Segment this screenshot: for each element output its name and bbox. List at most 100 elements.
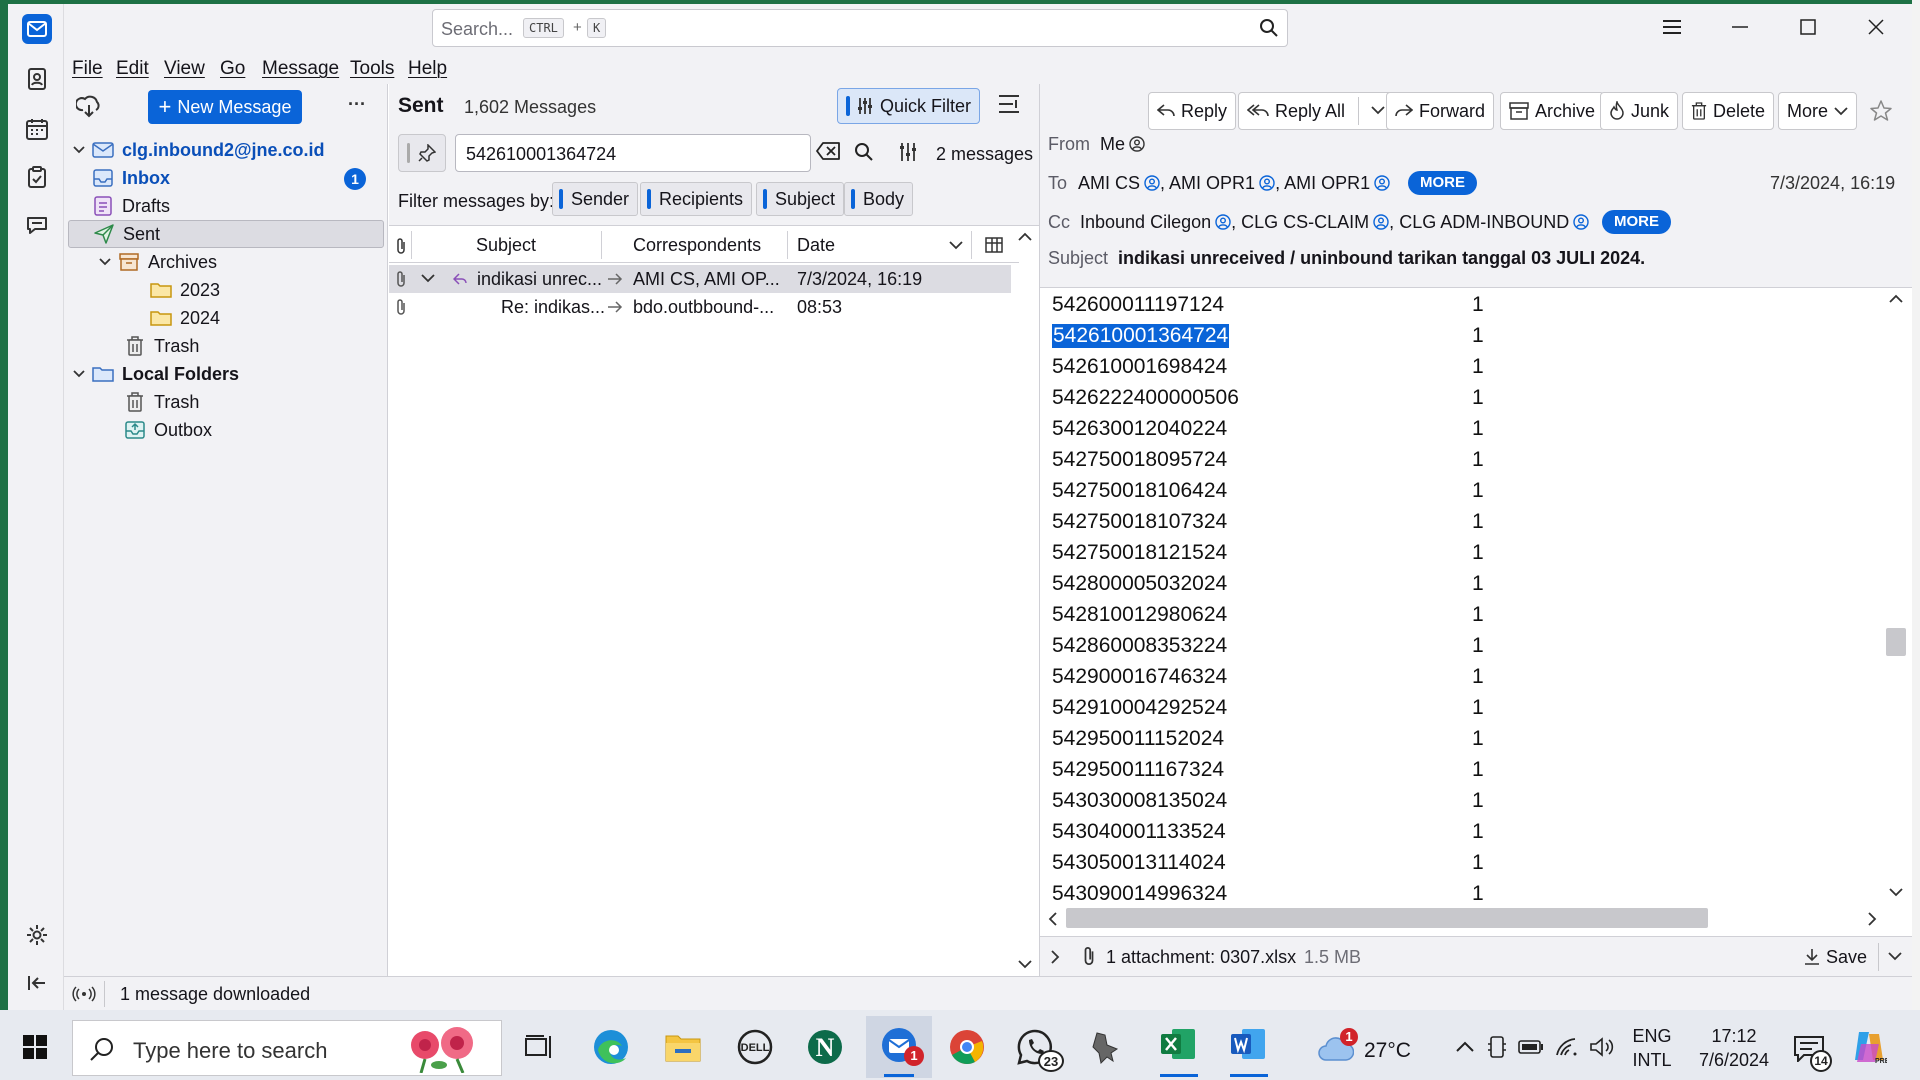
minimize-icon[interactable] bbox=[1720, 10, 1760, 44]
save-attachment-button[interactable]: Save bbox=[1804, 941, 1867, 973]
task-view-icon[interactable] bbox=[520, 1028, 558, 1066]
sheet-cell-count[interactable]: 1 bbox=[1472, 417, 1484, 441]
recipient[interactable]: Inbound Cilegon, bbox=[1080, 212, 1236, 232]
taskbar-search-box[interactable]: Type here to search bbox=[72, 1020, 502, 1076]
sheet-cell-count[interactable]: 1 bbox=[1472, 758, 1484, 782]
menu-edit[interactable]: Edit bbox=[116, 58, 149, 80]
folder-sent[interactable]: Sent bbox=[68, 220, 384, 248]
sheet-cell-number[interactable]: 542750018106424 bbox=[1052, 479, 1227, 503]
sheet-cell-number[interactable]: 542860008353224 bbox=[1052, 634, 1227, 658]
chat-icon[interactable] bbox=[22, 210, 52, 240]
body-vertical-scrollbar[interactable] bbox=[1884, 290, 1908, 904]
filter-search-icon[interactable] bbox=[854, 142, 874, 162]
sheet-cell-count[interactable]: 1 bbox=[1472, 727, 1484, 751]
sheet-cell-count[interactable]: 1 bbox=[1472, 851, 1484, 875]
sheet-cell-number[interactable]: 542610001364724 bbox=[1052, 324, 1230, 348]
global-search-input[interactable]: Search... CTRL + K bbox=[432, 9, 1288, 47]
address-book-icon[interactable] bbox=[22, 64, 52, 94]
sheet-cell-count[interactable]: 1 bbox=[1472, 293, 1484, 317]
maximize-icon[interactable] bbox=[1788, 10, 1828, 44]
folder-drafts[interactable]: Drafts bbox=[68, 192, 384, 220]
sheet-row[interactable]: 542610001698424 1 bbox=[1052, 352, 1484, 383]
attachment-column-icon[interactable] bbox=[395, 237, 407, 255]
sheet-cell-count[interactable]: 1 bbox=[1472, 789, 1484, 813]
chrome-icon[interactable] bbox=[948, 1028, 986, 1066]
whatsapp-taskbar-item[interactable]: 23 bbox=[1012, 1026, 1064, 1074]
close-icon[interactable] bbox=[1856, 10, 1896, 44]
filter-chip-body[interactable]: Body bbox=[844, 182, 914, 216]
filter-options-icon[interactable] bbox=[898, 142, 918, 162]
table-row[interactable]: Re: indikas... bdo.outbbound-... 08:53 bbox=[389, 293, 1011, 321]
sheet-row[interactable]: 542900016746324 1 bbox=[1052, 662, 1484, 693]
file-explorer-icon[interactable] bbox=[664, 1028, 702, 1066]
get-messages-icon[interactable] bbox=[76, 94, 104, 120]
notification-center-button[interactable]: 14 bbox=[1792, 1030, 1836, 1074]
folder-trash[interactable]: Trash bbox=[68, 332, 384, 360]
sheet-cell-number[interactable]: 542750018121524 bbox=[1052, 541, 1227, 565]
sheet-cell-count[interactable]: 1 bbox=[1472, 634, 1484, 658]
sheet-cell-count[interactable]: 1 bbox=[1472, 603, 1484, 627]
cc-more-button[interactable]: MORE bbox=[1602, 210, 1671, 234]
menu-help[interactable]: Help bbox=[408, 58, 447, 80]
sheet-row[interactable]: 542860008353224 1 bbox=[1052, 631, 1484, 662]
sheet-cell-number[interactable]: 5426222400000506 bbox=[1052, 386, 1239, 410]
sheet-cell-count[interactable]: 1 bbox=[1472, 541, 1484, 565]
quick-filter-button[interactable]: Quick Filter bbox=[837, 88, 981, 124]
column-subject[interactable]: Subject bbox=[476, 235, 536, 256]
clear-filter-icon[interactable] bbox=[816, 142, 840, 160]
folder-pane-more-button[interactable]: ··· bbox=[348, 94, 366, 115]
battery-icon[interactable] bbox=[1512, 1028, 1550, 1066]
n-app-icon[interactable]: N bbox=[806, 1028, 844, 1066]
windows-start-icon[interactable] bbox=[16, 1028, 54, 1066]
sheet-cell-number[interactable]: 543050013114024 bbox=[1052, 851, 1226, 875]
menu-tools[interactable]: Tools bbox=[350, 58, 394, 80]
sheet-cell-number[interactable]: 542950011152024 bbox=[1052, 727, 1224, 751]
sheet-cell-count[interactable]: 1 bbox=[1472, 572, 1484, 596]
sheet-cell-number[interactable]: 542610001698424 bbox=[1052, 355, 1227, 379]
sheet-cell-number[interactable]: 543040001133524 bbox=[1052, 820, 1226, 844]
sheet-cell-count[interactable]: 1 bbox=[1472, 479, 1484, 503]
dell-icon[interactable]: DELL bbox=[736, 1028, 774, 1066]
recipient[interactable]: CLG CS-CLAIM, bbox=[1241, 212, 1394, 232]
filter-chip-subject[interactable]: Subject bbox=[756, 182, 845, 216]
sheet-cell-count[interactable]: 1 bbox=[1472, 882, 1484, 906]
scroll-right-icon[interactable] bbox=[1868, 912, 1877, 926]
sheet-cell-number[interactable]: 542630012040224 bbox=[1052, 417, 1227, 441]
taskbar-clock[interactable]: 17:12 7/6/2024 bbox=[1684, 1024, 1784, 1072]
menu-go[interactable]: Go bbox=[220, 58, 245, 80]
archive-button[interactable]: Archive bbox=[1500, 92, 1605, 130]
thread-scrollbar[interactable] bbox=[1015, 228, 1035, 976]
sheet-cell-number[interactable]: 542900016746324 bbox=[1052, 665, 1227, 689]
menu-view[interactable]: View bbox=[164, 58, 205, 80]
horizontal-scroll-thumb[interactable] bbox=[1066, 908, 1708, 928]
sheet-cell-count[interactable]: 1 bbox=[1472, 510, 1484, 534]
body-horizontal-scrollbar[interactable] bbox=[1044, 906, 1884, 930]
save-dropdown-icon[interactable] bbox=[1888, 952, 1902, 961]
local-folder-outbox[interactable]: Outbox bbox=[68, 416, 384, 444]
sheet-row[interactable]: 542600011197124 1 bbox=[1052, 290, 1484, 321]
sheet-row[interactable]: 542750018095724 1 bbox=[1052, 445, 1484, 476]
search-icon[interactable] bbox=[1259, 18, 1279, 38]
more-actions-button[interactable]: More bbox=[1778, 92, 1858, 130]
device-tray-icon[interactable] bbox=[1478, 1028, 1516, 1066]
sheet-cell-number[interactable]: 543090014996324 bbox=[1052, 882, 1227, 906]
sheet-cell-count[interactable]: 1 bbox=[1472, 355, 1484, 379]
reply-button[interactable]: Reply bbox=[1148, 92, 1237, 130]
sheet-cell-count[interactable]: 1 bbox=[1472, 448, 1484, 472]
recipient[interactable]: AMI CS, bbox=[1078, 173, 1165, 193]
sheet-cell-number[interactable]: 542600011197124 bbox=[1052, 293, 1224, 317]
wifi-icon[interactable] bbox=[1548, 1028, 1586, 1066]
reply-all-button[interactable]: Reply All bbox=[1238, 92, 1399, 130]
attachment-summary[interactable]: 1 attachment: 0307.xlsx bbox=[1106, 947, 1296, 968]
thunderbird-taskbar-active[interactable]: 1 bbox=[866, 1016, 932, 1078]
sheet-row[interactable]: 542750018121524 1 bbox=[1052, 538, 1484, 569]
app-menu-hamburger-icon[interactable] bbox=[1652, 10, 1692, 44]
folder-archives[interactable]: Archives bbox=[68, 248, 384, 276]
sheet-cell-number[interactable]: 542750018107324 bbox=[1052, 510, 1227, 534]
star-icon[interactable] bbox=[1870, 100, 1892, 122]
thread-collapse-icon[interactable] bbox=[421, 274, 435, 283]
menu-file[interactable]: File bbox=[72, 58, 103, 80]
from-value[interactable]: Me bbox=[1100, 134, 1145, 155]
recipient[interactable]: AMI OPR1 bbox=[1284, 173, 1390, 193]
tasks-icon[interactable] bbox=[22, 162, 52, 192]
